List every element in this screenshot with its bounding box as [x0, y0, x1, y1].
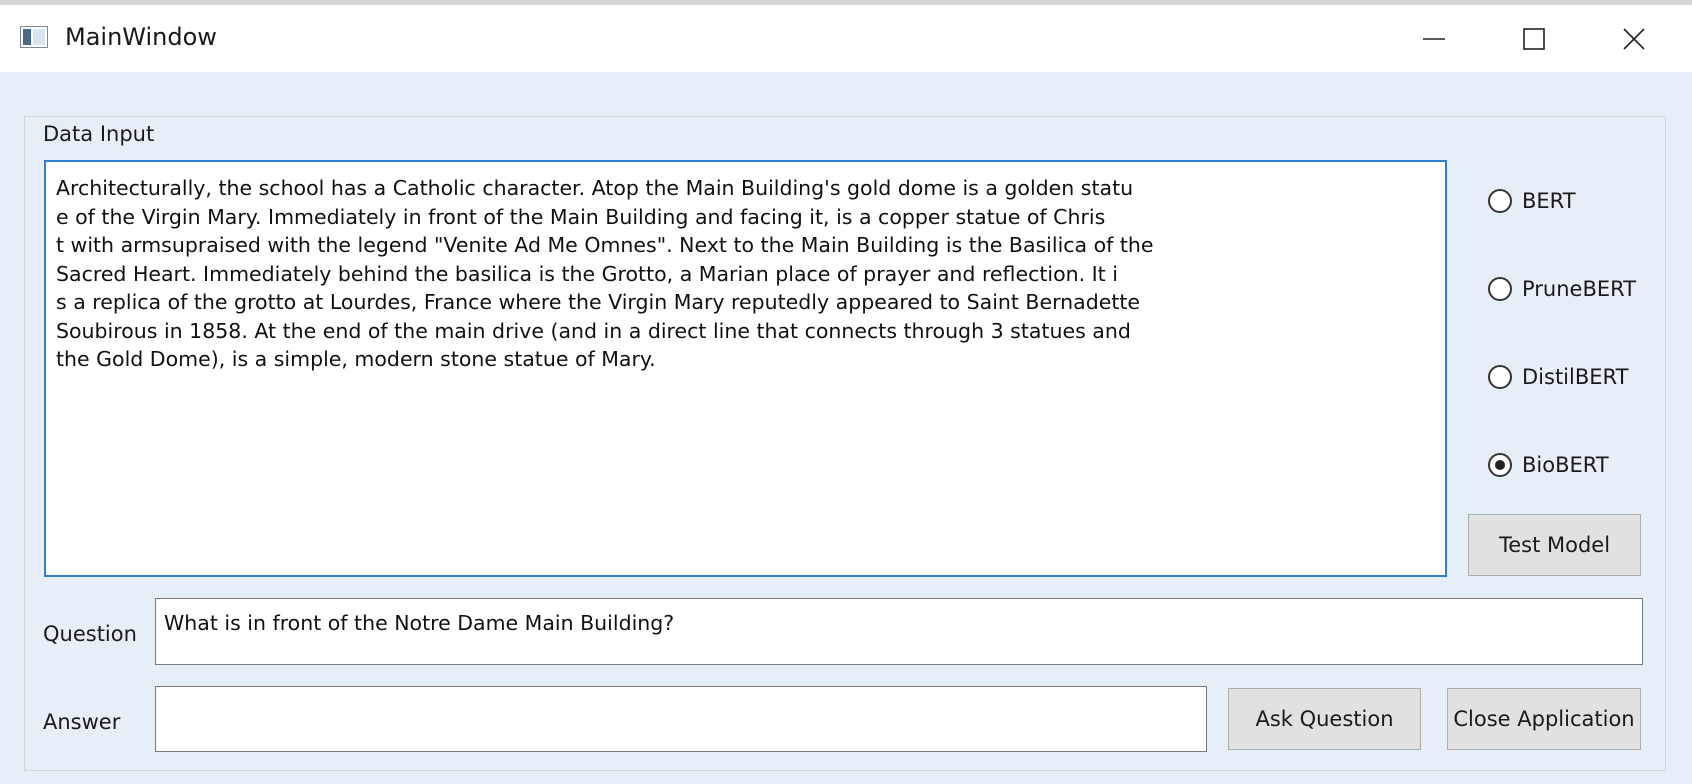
- radio-prunebert[interactable]: PruneBERT: [1488, 274, 1636, 304]
- close-icon: [1623, 27, 1645, 50]
- test-model-button[interactable]: Test Model: [1468, 514, 1641, 576]
- radio-circle[interactable]: [1488, 365, 1512, 389]
- radio-label: BioBERT: [1522, 453, 1609, 477]
- answer-input[interactable]: [155, 686, 1207, 752]
- radio-label: PruneBERT: [1522, 277, 1637, 301]
- radio-label: DistilBERT: [1522, 365, 1629, 389]
- question-label: Question: [43, 622, 137, 646]
- radio-label: BERT: [1522, 189, 1576, 213]
- radio-circle[interactable]: [1488, 189, 1512, 213]
- maximize-button[interactable]: [1484, 5, 1584, 72]
- maximize-icon: [1523, 27, 1545, 50]
- radio-circle[interactable]: [1488, 453, 1512, 477]
- ask-question-button[interactable]: Ask Question: [1228, 688, 1421, 750]
- radio-circle[interactable]: [1488, 277, 1512, 301]
- app-window-icon: [20, 26, 48, 48]
- close-window-button[interactable]: [1584, 5, 1684, 72]
- minimize-icon: [1423, 37, 1445, 40]
- radio-bert[interactable]: BERT: [1488, 186, 1576, 216]
- close-application-button[interactable]: Close Application: [1447, 688, 1641, 750]
- main-window: MainWindow Data Input Architecturally, t…: [0, 0, 1692, 784]
- minimize-button[interactable]: [1384, 5, 1484, 72]
- radio-distilbert[interactable]: DistilBERT: [1488, 362, 1628, 392]
- question-input[interactable]: What is in front of the Notre Dame Main …: [155, 598, 1643, 665]
- window-title: MainWindow: [65, 23, 217, 51]
- answer-label: Answer: [43, 710, 121, 734]
- radio-biobert[interactable]: BioBERT: [1488, 450, 1609, 480]
- context-textarea[interactable]: Architecturally, the school has a Cathol…: [44, 160, 1447, 577]
- data-input-group-title: Data Input: [43, 122, 155, 146]
- title-bar[interactable]: MainWindow: [0, 5, 1692, 72]
